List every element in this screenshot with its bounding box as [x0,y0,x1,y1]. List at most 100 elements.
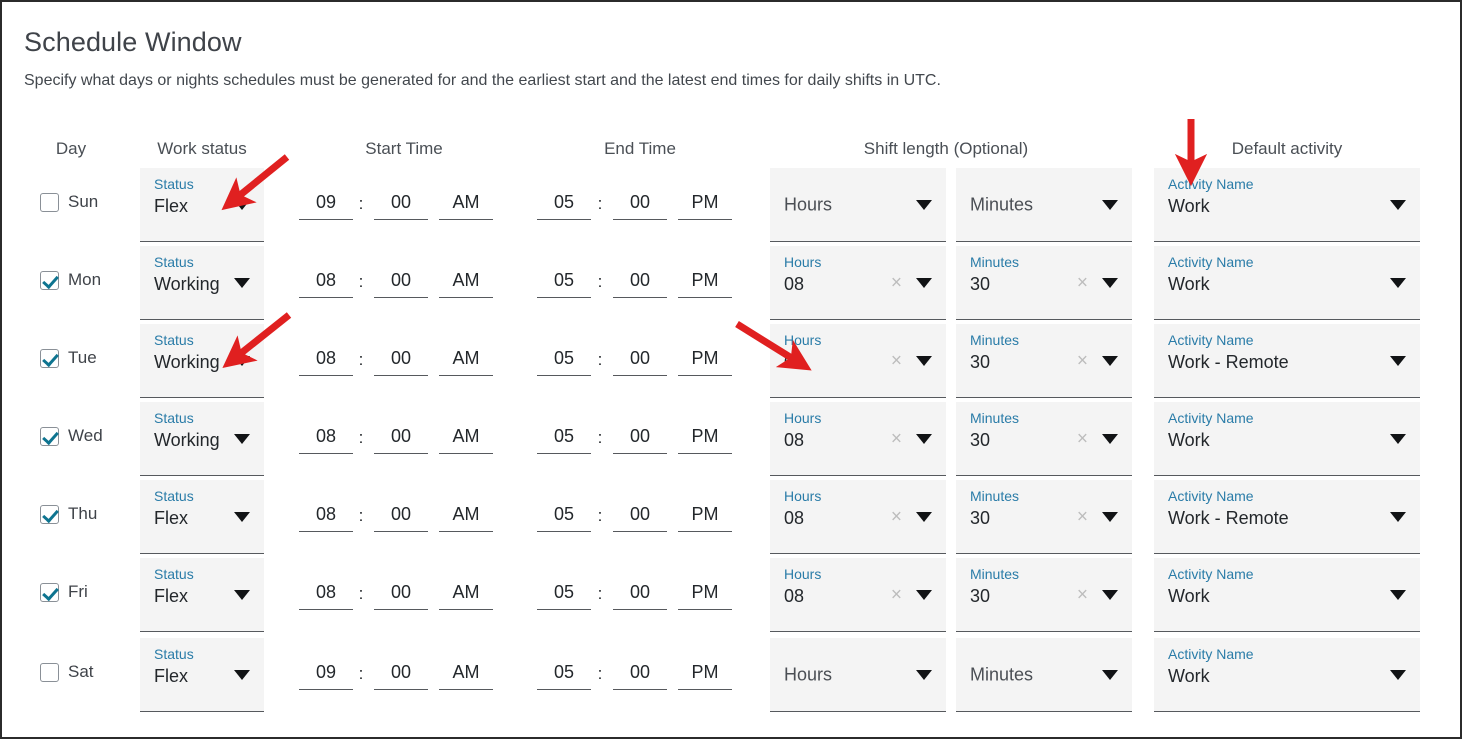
end-minute-input-wed[interactable]: 00 [613,426,667,454]
end-meridiem-input-mon[interactable]: PM [678,270,732,298]
shift-minutes-select-fri[interactable]: Minutes30× [956,558,1132,632]
start-minute-input-wed[interactable]: 00 [374,426,428,454]
work-status-select-tue-chevron-down-icon[interactable] [234,356,250,366]
default-activity-select-sat-chevron-down-icon[interactable] [1390,670,1406,680]
shift-minutes-select-tue[interactable]: Minutes30× [956,324,1132,398]
work-status-select-fri-chevron-down-icon[interactable] [234,590,250,600]
shift-hours-select-wed-chevron-down-icon[interactable] [916,434,932,444]
start-meridiem-input-sat[interactable]: AM [439,662,493,690]
shift-hours-select-fri-chevron-down-icon[interactable] [916,590,932,600]
start-hour-input-tue[interactable]: 08 [299,348,353,376]
work-status-select-wed-chevron-down-icon[interactable] [234,434,250,444]
end-minute-input-tue[interactable]: 00 [613,348,667,376]
shift-minutes-select-fri-chevron-down-icon[interactable] [1102,590,1118,600]
start-hour-input-fri[interactable]: 08 [299,582,353,610]
end-minute-input-mon[interactable]: 00 [613,270,667,298]
shift-minutes-select-thu-clear-icon[interactable]: × [1077,507,1088,526]
day-toggle-fri[interactable]: Fri [40,582,88,602]
end-meridiem-input-wed[interactable]: PM [678,426,732,454]
end-hour-input-sun[interactable]: 05 [537,192,591,220]
shift-hours-select-fri-clear-icon[interactable]: × [891,585,902,604]
shift-minutes-select-mon[interactable]: Minutes30× [956,246,1132,320]
end-hour-input-sat[interactable]: 05 [537,662,591,690]
end-hour-input-fri[interactable]: 05 [537,582,591,610]
end-minute-input-thu[interactable]: 00 [613,504,667,532]
shift-hours-select-sat[interactable]: Hours [770,638,946,712]
default-activity-select-mon[interactable]: Activity NameWork [1154,246,1420,320]
start-minute-input-mon[interactable]: 00 [374,270,428,298]
shift-minutes-select-wed[interactable]: Minutes30× [956,402,1132,476]
end-minute-input-sat[interactable]: 00 [613,662,667,690]
end-hour-input-thu[interactable]: 05 [537,504,591,532]
shift-hours-select-mon-chevron-down-icon[interactable] [916,278,932,288]
work-status-select-sat[interactable]: StatusFlex [140,638,264,712]
start-minute-input-thu[interactable]: 00 [374,504,428,532]
start-hour-input-wed[interactable]: 08 [299,426,353,454]
default-activity-select-sat[interactable]: Activity NameWork [1154,638,1420,712]
start-meridiem-input-wed[interactable]: AM [439,426,493,454]
shift-hours-select-thu-clear-icon[interactable]: × [891,507,902,526]
start-minute-input-fri[interactable]: 00 [374,582,428,610]
default-activity-select-mon-chevron-down-icon[interactable] [1390,278,1406,288]
shift-hours-select-fri[interactable]: Hours08× [770,558,946,632]
end-meridiem-input-fri[interactable]: PM [678,582,732,610]
shift-hours-select-sun[interactable]: Hours [770,168,946,242]
shift-minutes-select-sat-chevron-down-icon[interactable] [1102,670,1118,680]
day-checkbox-fri[interactable] [40,583,59,602]
shift-minutes-select-sat[interactable]: Minutes [956,638,1132,712]
shift-minutes-select-wed-clear-icon[interactable]: × [1077,429,1088,448]
shift-hours-select-sun-chevron-down-icon[interactable] [916,200,932,210]
shift-minutes-select-mon-chevron-down-icon[interactable] [1102,278,1118,288]
end-minute-input-fri[interactable]: 00 [613,582,667,610]
shift-minutes-select-fri-clear-icon[interactable]: × [1077,585,1088,604]
shift-minutes-select-tue-chevron-down-icon[interactable] [1102,356,1118,366]
default-activity-select-fri[interactable]: Activity NameWork [1154,558,1420,632]
shift-hours-select-tue[interactable]: Hours08× [770,324,946,398]
end-hour-input-tue[interactable]: 05 [537,348,591,376]
work-status-select-tue[interactable]: StatusWorking [140,324,264,398]
day-toggle-thu[interactable]: Thu [40,504,97,524]
end-hour-input-wed[interactable]: 05 [537,426,591,454]
end-hour-input-mon[interactable]: 05 [537,270,591,298]
start-meridiem-input-thu[interactable]: AM [439,504,493,532]
end-meridiem-input-tue[interactable]: PM [678,348,732,376]
shift-minutes-select-mon-clear-icon[interactable]: × [1077,273,1088,292]
shift-minutes-select-thu[interactable]: Minutes30× [956,480,1132,554]
day-checkbox-sun[interactable] [40,193,59,212]
work-status-select-mon-chevron-down-icon[interactable] [234,278,250,288]
day-checkbox-sat[interactable] [40,663,59,682]
day-toggle-sat[interactable]: Sat [40,662,94,682]
day-checkbox-mon[interactable] [40,271,59,290]
day-toggle-mon[interactable]: Mon [40,270,101,290]
day-checkbox-tue[interactable] [40,349,59,368]
shift-minutes-select-sun[interactable]: Minutes [956,168,1132,242]
shift-hours-select-wed[interactable]: Hours08× [770,402,946,476]
day-checkbox-thu[interactable] [40,505,59,524]
shift-hours-select-thu-chevron-down-icon[interactable] [916,512,932,522]
work-status-select-sat-chevron-down-icon[interactable] [234,670,250,680]
shift-hours-select-thu[interactable]: Hours08× [770,480,946,554]
default-activity-select-sun-chevron-down-icon[interactable] [1390,200,1406,210]
start-hour-input-thu[interactable]: 08 [299,504,353,532]
work-status-select-mon[interactable]: StatusWorking [140,246,264,320]
shift-hours-select-wed-clear-icon[interactable]: × [891,429,902,448]
default-activity-select-thu[interactable]: Activity NameWork - Remote [1154,480,1420,554]
work-status-select-sun[interactable]: StatusFlex [140,168,264,242]
start-minute-input-tue[interactable]: 00 [374,348,428,376]
default-activity-select-tue[interactable]: Activity NameWork - Remote [1154,324,1420,398]
start-meridiem-input-fri[interactable]: AM [439,582,493,610]
end-meridiem-input-sun[interactable]: PM [678,192,732,220]
start-meridiem-input-sun[interactable]: AM [439,192,493,220]
default-activity-select-wed[interactable]: Activity NameWork [1154,402,1420,476]
day-toggle-sun[interactable]: Sun [40,192,98,212]
default-activity-select-thu-chevron-down-icon[interactable] [1390,512,1406,522]
day-checkbox-wed[interactable] [40,427,59,446]
end-minute-input-sun[interactable]: 00 [613,192,667,220]
work-status-select-thu-chevron-down-icon[interactable] [234,512,250,522]
default-activity-select-fri-chevron-down-icon[interactable] [1390,590,1406,600]
shift-minutes-select-sun-chevron-down-icon[interactable] [1102,200,1118,210]
default-activity-select-tue-chevron-down-icon[interactable] [1390,356,1406,366]
shift-minutes-select-thu-chevron-down-icon[interactable] [1102,512,1118,522]
shift-hours-select-mon[interactable]: Hours08× [770,246,946,320]
work-status-select-wed[interactable]: StatusWorking [140,402,264,476]
